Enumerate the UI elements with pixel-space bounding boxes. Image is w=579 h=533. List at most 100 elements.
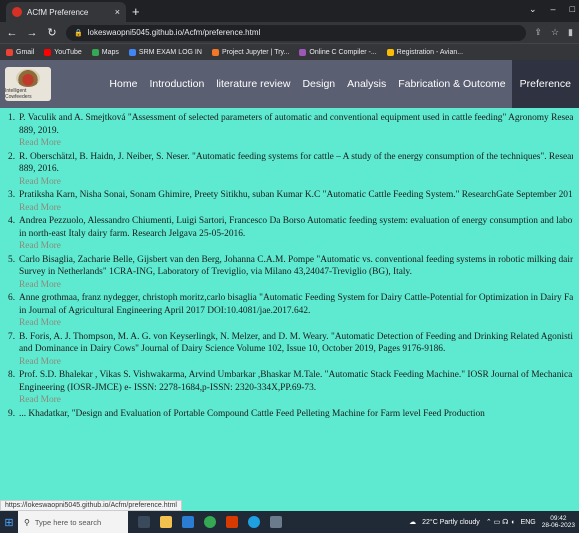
bookmark-favicon-icon: [299, 48, 307, 56]
reference-item: 8. Prof. S.D. Bhalekar , Vikas S. Vishwak…: [8, 369, 573, 407]
forward-icon[interactable]: →: [26, 27, 38, 39]
file-explorer-icon[interactable]: [160, 516, 172, 528]
references-list: 1. P. Vaculik and A. Smejtková "Assessmen…: [0, 108, 579, 452]
read-more-link[interactable]: Read More: [19, 137, 573, 150]
reference-text: 889, 2019.: [19, 125, 59, 136]
reference-text: in north-east Italy dairy farm. Research…: [19, 228, 246, 239]
maximize-icon[interactable]: □: [570, 4, 575, 15]
reference-number: 8.: [8, 370, 16, 380]
status-url: https://lokeswaopni5045.github.io/Acfm/p…: [0, 500, 182, 511]
bookmark-item[interactable]: Maps: [91, 48, 119, 56]
read-more-link[interactable]: Read More: [19, 240, 573, 253]
edge-icon[interactable]: [248, 516, 260, 528]
reference-text: P. Vaculik and A. Smejtková "Assessment …: [19, 113, 573, 123]
taskbar-apps: [138, 516, 282, 528]
nav-link-design[interactable]: Design: [296, 60, 341, 108]
office-icon[interactable]: [226, 516, 238, 528]
address-bar[interactable]: 🔒 lokeswaopni5045.github.io/Acfm/prefere…: [66, 24, 527, 41]
nav-link-home[interactable]: Home: [103, 60, 143, 108]
nav-link-preference[interactable]: Preference: [511, 60, 579, 108]
back-icon[interactable]: ←: [6, 27, 18, 39]
nav-links: Home Introduction literature review Design A…: [103, 60, 579, 108]
language-indicator[interactable]: ENG: [521, 519, 536, 526]
weather-text[interactable]: 22°C Partly cloudy: [422, 519, 480, 526]
read-more-link[interactable]: Read More: [19, 356, 573, 369]
browser-tab[interactable]: ACfM Preference ×: [6, 2, 126, 22]
clock-date: 28-06-2023: [541, 522, 575, 529]
read-more-link[interactable]: Read More: [19, 176, 573, 189]
bookmark-label: Registration - Avian...: [396, 48, 464, 56]
clock[interactable]: 09:42 28-06-2023: [542, 515, 575, 529]
reload-icon[interactable]: ↻: [46, 26, 58, 39]
reference-text: ... Khadatkar, "Design and Evaluation of…: [19, 408, 485, 419]
reference-number: 1.: [8, 113, 16, 123]
reference-number: 3.: [8, 190, 16, 200]
bookmarks-bar: Gmail YouTube Maps SRM EXAM LOG IN Project J…: [0, 43, 579, 60]
bookmark-item[interactable]: Online C Compiler -...: [299, 48, 377, 56]
reference-item: 9.... Khadatkar, "Design and Evaluation …: [8, 408, 573, 421]
bookmark-label: YouTube: [54, 48, 82, 56]
bookmark-favicon-icon: [386, 48, 394, 56]
sidebar-icon[interactable]: ▮: [568, 27, 573, 38]
bookmark-item[interactable]: Registration - Avian...: [386, 48, 464, 56]
new-tab-button[interactable]: +: [132, 4, 140, 19]
lock-icon: 🔒: [74, 29, 83, 37]
store-icon[interactable]: [182, 516, 194, 528]
reference-text: and Dominance in Dairy Cows" Journal of …: [19, 344, 446, 354]
star-icon[interactable]: ☆: [551, 27, 559, 38]
reference-number: 2.: [8, 151, 16, 162]
chevron-down-icon[interactable]: ⌄: [529, 4, 537, 15]
reference-item: 3. Pratiksha Karn, Nisha Sonai, Sonam Ghi…: [8, 189, 573, 214]
tray-icons[interactable]: ⌃ ▭ ☊ ◖: [486, 518, 515, 526]
bookmark-item[interactable]: Project Jupyter | Try...: [211, 48, 290, 56]
search-placeholder: Type here to search: [34, 517, 102, 527]
reference-text: 889, 2016.: [19, 164, 59, 174]
site-navbar: Intelligent Cowfeeders Home Introduction l…: [0, 60, 579, 108]
nav-link-literature-review[interactable]: literature review: [210, 60, 296, 108]
site-logo[interactable]: Intelligent Cowfeeders: [5, 67, 51, 101]
taskbar-search[interactable]: ⚲ Type here to search: [18, 511, 128, 533]
read-more-link[interactable]: Read More: [19, 202, 573, 215]
bookmark-item[interactable]: Gmail: [6, 48, 34, 56]
chrome-icon[interactable]: [204, 516, 216, 528]
reference-text: in Journal of Agricultural Engineering A…: [19, 305, 311, 316]
read-more-link[interactable]: Read More: [19, 279, 573, 292]
search-icon: ⚲: [24, 517, 30, 527]
nav-link-analysis[interactable]: Analysis: [341, 60, 392, 108]
share-icon[interactable]: ⇪: [534, 27, 542, 38]
system-tray: ☁ 22°C Partly cloudy ⌃ ▭ ☊ ◖ ENG 09:42 2…: [409, 515, 579, 529]
nav-link-introduction[interactable]: Introduction: [143, 60, 210, 108]
bookmark-item[interactable]: SRM EXAM LOG IN: [128, 48, 202, 56]
close-tab-icon[interactable]: ×: [115, 7, 120, 17]
reference-text: Survey in Netherlands" 1CRA-ING, Laborat…: [19, 267, 412, 277]
task-view-icon[interactable]: [138, 516, 150, 528]
reference-number: 6.: [8, 293, 16, 303]
reference-number: 5.: [8, 254, 16, 265]
reference-item: 1. P. Vaculik and A. Smejtková "Assessmen…: [8, 112, 573, 150]
bookmark-label: Online C Compiler -...: [309, 48, 377, 56]
reference-text: Pratiksha Karn, Nisha Sonai, Sonam Ghimi…: [19, 190, 573, 200]
reference-text: Carlo Bisaglia, Zacharie Belle, Gijsbert…: [19, 254, 573, 265]
read-more-link[interactable]: Read More: [19, 317, 573, 330]
bookmark-label: Project Jupyter | Try...: [221, 48, 290, 56]
bookmark-label: Maps: [101, 48, 119, 56]
minimize-icon[interactable]: –: [551, 4, 556, 15]
bookmark-favicon-icon: [128, 48, 136, 56]
browser-tabbar: ACfM Preference × + ⌄ – □: [0, 0, 579, 22]
settings-icon[interactable]: [270, 516, 282, 528]
bookmark-item[interactable]: YouTube: [44, 48, 82, 56]
toolbar-icons: ⇪ ☆ ▮: [534, 27, 573, 38]
nav-link-fabrication-outcome[interactable]: Fabrication & Outcome: [392, 60, 511, 108]
weather-icon[interactable]: ☁: [409, 518, 416, 526]
reference-item: 4. Andrea Pezzuolo, Alessandro Chiumenti,…: [8, 215, 573, 253]
reference-number: 4.: [8, 216, 16, 226]
windows-start-icon[interactable]: ⊞: [0, 516, 18, 529]
browser-toolbar: ← → ↻ 🔒 lokeswaopni5045.github.io/Acfm/p…: [0, 22, 579, 43]
reference-number: 7.: [8, 331, 16, 342]
read-more-link[interactable]: Read More: [19, 394, 573, 407]
bookmark-favicon-icon: [211, 48, 219, 56]
reference-item: 7. B. Foris, A. J. Thompson, M. A. G. von…: [8, 331, 573, 369]
reference-item: 5. Carlo Bisaglia, Zacharie Belle, Gijsbe…: [8, 254, 573, 292]
favicon-icon: [12, 7, 22, 17]
tab-title: ACfM Preference: [27, 7, 89, 17]
